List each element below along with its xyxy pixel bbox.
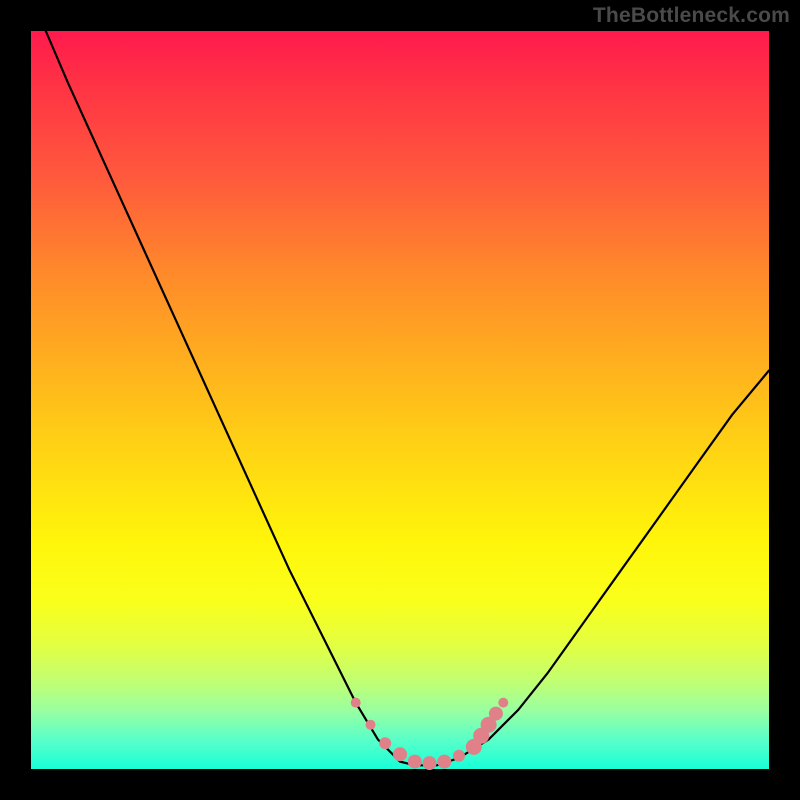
highlight-marker (379, 737, 391, 749)
highlight-marker (366, 720, 376, 730)
app-frame: TheBottleneck.com (0, 0, 800, 800)
highlight-marker (408, 755, 422, 769)
highlight-marker (453, 750, 465, 762)
highlight-marker (489, 707, 503, 721)
bottleneck-plot (31, 31, 769, 769)
highlight-marker (437, 755, 451, 769)
highlight-marker (423, 756, 437, 770)
chart-svg (31, 31, 769, 769)
highlight-marker (351, 698, 361, 708)
highlight-marker (498, 698, 508, 708)
highlight-marker (393, 747, 407, 761)
bottleneck-curve (46, 31, 769, 765)
brand-watermark: TheBottleneck.com (593, 4, 790, 28)
